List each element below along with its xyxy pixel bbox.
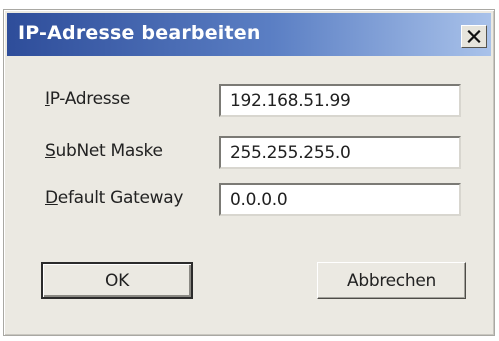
dialog-title: IP-Adresse bearbeiten [18, 22, 261, 44]
default-gateway-input[interactable]: 0.0.0.0 [219, 183, 461, 216]
ok-button[interactable]: OK [41, 262, 193, 299]
subnet-mask-input[interactable]: 255.255.255.0 [219, 136, 461, 169]
close-x-icon [467, 30, 481, 43]
ip-address-label: IP-Adresse [45, 89, 131, 109]
title-bar[interactable]: IP-Adresse bearbeiten [7, 13, 491, 56]
cancel-button[interactable]: Abbrechen [317, 262, 466, 299]
close-button[interactable] [461, 25, 487, 48]
ip-address-dialog: IP-Adresse bearbeiten IP-Adresse 192.168… [3, 9, 495, 336]
ip-address-input[interactable]: 192.168.51.99 [219, 84, 461, 117]
subnet-mask-label: SubNet Maske [45, 141, 163, 161]
default-gateway-label: Default Gateway [45, 188, 184, 208]
